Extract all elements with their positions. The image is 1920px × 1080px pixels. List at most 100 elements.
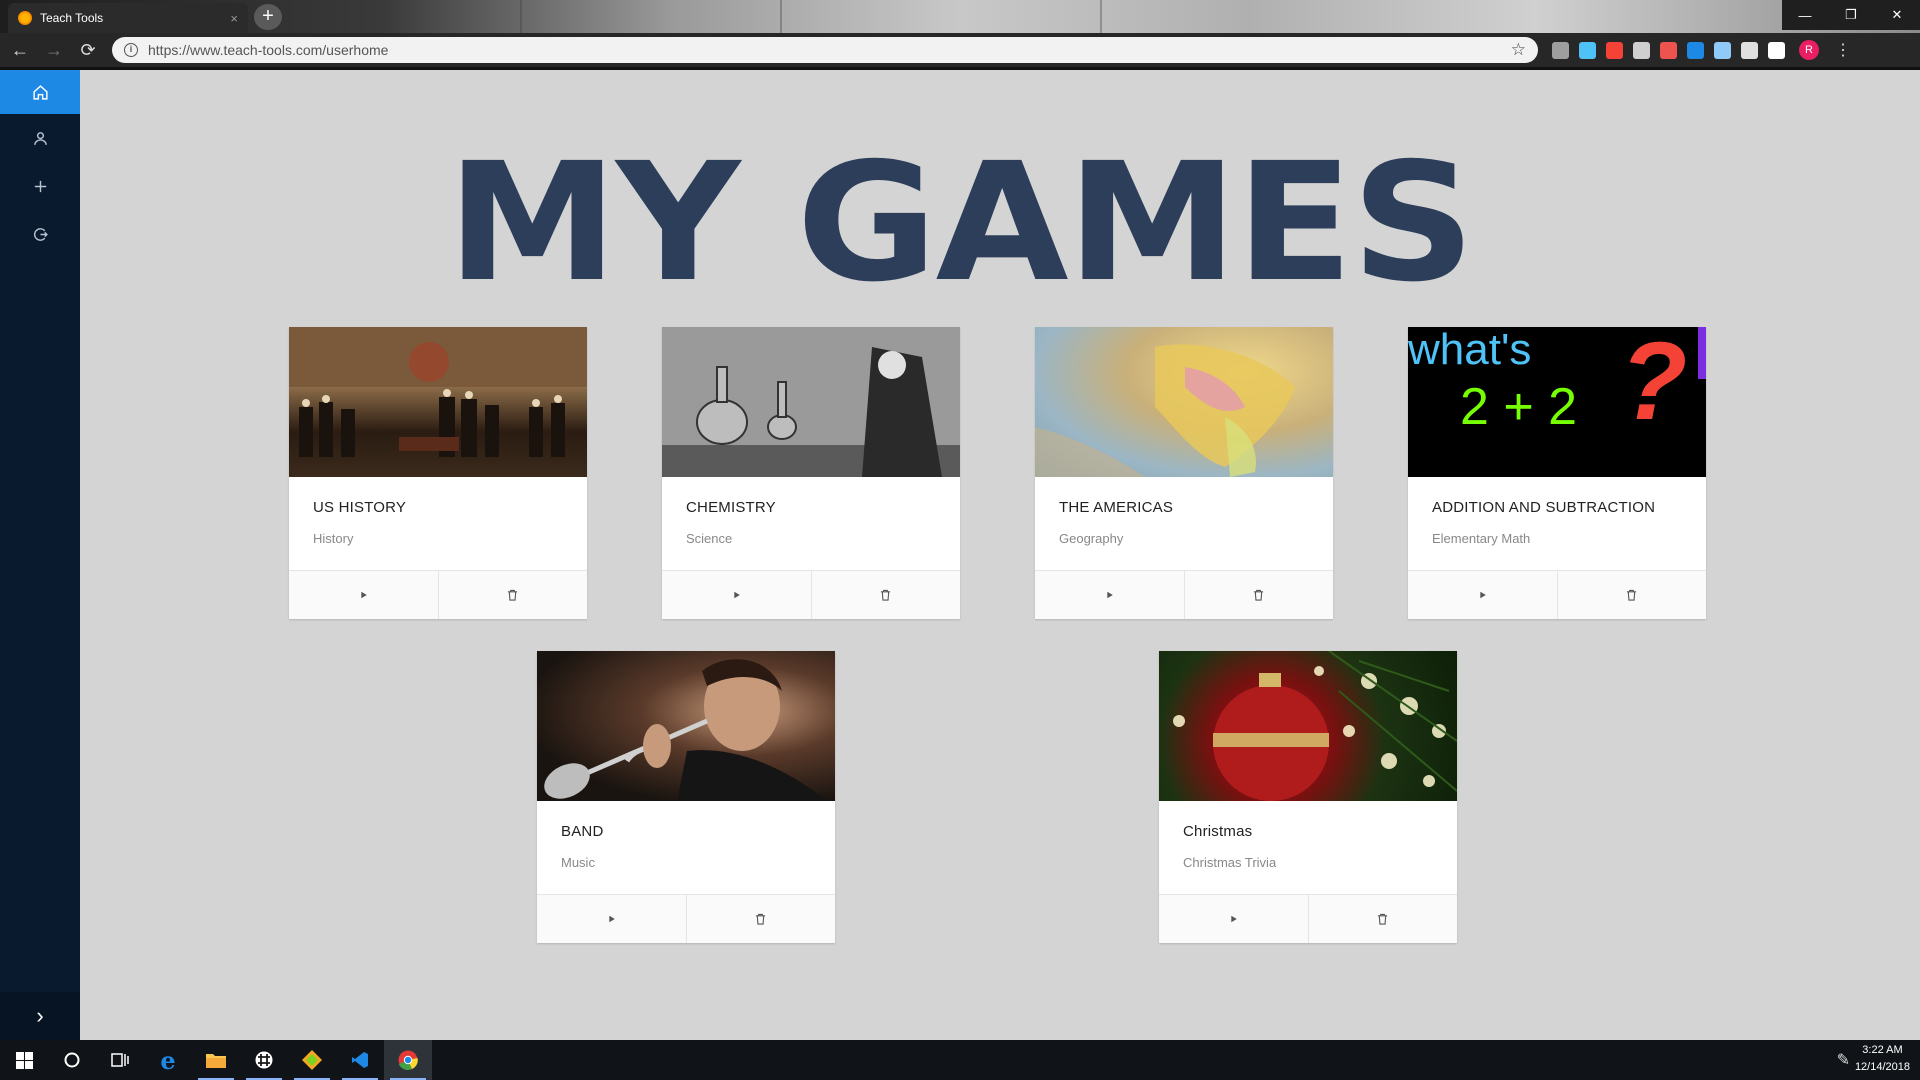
game-card: CHEMISTRY Science <box>662 327 960 619</box>
site-favicon-icon <box>18 11 32 25</box>
reload-button[interactable]: ⟳ <box>74 36 102 64</box>
window-controls: — ❐ ✕ <box>1782 0 1920 30</box>
delete-button[interactable] <box>685 895 836 943</box>
browser-extension-icon[interactable] <box>1741 41 1758 59</box>
game-subject: History <box>313 531 354 546</box>
plus-icon <box>34 180 46 192</box>
bookmark-star-icon[interactable]: ☆ <box>1511 40 1526 60</box>
delete-button[interactable] <box>1307 895 1458 943</box>
edge-icon: e <box>160 1045 176 1075</box>
game-thumbnail <box>1035 327 1333 477</box>
back-button[interactable]: ← <box>6 36 34 64</box>
restore-button[interactable]: ❐ <box>1828 0 1874 30</box>
git-app[interactable] <box>288 1040 336 1080</box>
play-icon <box>734 591 740 599</box>
play-button[interactable] <box>289 571 438 619</box>
trash-icon <box>881 589 891 601</box>
file-explorer-app[interactable] <box>192 1040 240 1080</box>
game-title: US HISTORY <box>313 499 407 516</box>
sidebar-item-create[interactable] <box>0 162 80 210</box>
clock-time: 3:22 AM <box>1862 1044 1903 1056</box>
play-button[interactable] <box>1159 895 1308 943</box>
sidebar-item-profile[interactable] <box>0 114 80 162</box>
game-title: CHEMISTRY <box>686 499 776 516</box>
edge-app[interactable]: e <box>144 1040 192 1080</box>
browser-extension-icon[interactable] <box>1687 41 1704 59</box>
clock-date: 12/14/2018 <box>1854 1061 1910 1073</box>
sidebar-item-logout[interactable] <box>0 210 80 258</box>
profile-avatar[interactable]: R <box>1799 40 1819 60</box>
laboratory-image <box>662 327 960 477</box>
game-subject: Elementary Math <box>1432 531 1531 546</box>
pen-workspace-icon[interactable]: ✎ <box>1837 1050 1850 1070</box>
cortana-button[interactable] <box>48 1040 96 1080</box>
main-content: MY GAMES US HISTORY History CHEMISTRY Sc… <box>80 70 1920 1040</box>
browser-extension-icon[interactable] <box>1552 41 1569 59</box>
forward-button[interactable]: → <box>40 36 68 64</box>
close-window-button[interactable]: ✕ <box>1874 0 1920 30</box>
browser-extension-icon[interactable] <box>1579 41 1596 59</box>
game-thumbnail <box>1159 651 1457 801</box>
new-tab-button[interactable]: + <box>254 4 282 30</box>
browser-extension-icon[interactable] <box>1768 41 1785 59</box>
game-card: Christmas Christmas Trivia <box>1159 651 1457 943</box>
page-title: MY GAMES <box>446 127 1475 318</box>
game-title: BAND <box>561 823 604 840</box>
delete-button[interactable] <box>1556 571 1707 619</box>
game-thumbnail <box>662 327 960 477</box>
game-thumbnail <box>289 327 587 477</box>
background-decor <box>520 0 522 33</box>
chrome-app[interactable] <box>384 1040 432 1080</box>
thumbnail-text: what's <box>1408 327 1532 374</box>
browser-extension-icon[interactable] <box>1660 41 1677 59</box>
browser-extension-icon[interactable] <box>1606 41 1623 59</box>
thumbnail-decor <box>1698 327 1706 379</box>
start-button[interactable] <box>0 1040 48 1080</box>
browser-tab[interactable]: Teach Tools × <box>8 3 248 33</box>
trumpet-player-image <box>544 659 827 801</box>
background-decor <box>780 0 782 33</box>
sidebar-item-home[interactable] <box>0 70 80 114</box>
browser-extension-icon[interactable] <box>1714 41 1731 59</box>
delete-button[interactable] <box>1183 571 1334 619</box>
game-title: Christmas <box>1183 823 1253 840</box>
trash-icon <box>1627 589 1637 601</box>
play-button[interactable] <box>662 571 811 619</box>
delete-button[interactable] <box>437 571 588 619</box>
address-bar[interactable]: i https://www.teach-tools.com/userhome ☆ <box>112 37 1538 63</box>
trash-icon <box>1378 913 1388 925</box>
play-button[interactable] <box>537 895 686 943</box>
play-button[interactable] <box>1035 571 1184 619</box>
slack-app[interactable] <box>240 1040 288 1080</box>
vscode-app[interactable] <box>336 1040 384 1080</box>
thumbnail-text: ? <box>1620 327 1688 443</box>
browser-extension-icon[interactable] <box>1633 41 1650 59</box>
folder-icon <box>206 1054 226 1068</box>
background-decor <box>1100 0 1102 33</box>
game-subject: Music <box>561 855 595 870</box>
play-icon <box>609 915 615 923</box>
task-view-button[interactable] <box>96 1040 144 1080</box>
game-card: what's 2 + 2 ? ADDITION AND SUBTRACTION … <box>1408 327 1706 619</box>
minimize-button[interactable]: — <box>1782 0 1828 30</box>
game-subject: Christmas Trivia <box>1183 855 1277 870</box>
chrome-icon <box>398 1050 418 1070</box>
trash-icon <box>1254 589 1264 601</box>
system-clock[interactable]: 3:22 AM 12/14/2018 <box>1855 1042 1910 1076</box>
play-button[interactable] <box>1408 571 1557 619</box>
play-icon <box>1231 915 1237 923</box>
git-diamond-icon <box>302 1050 322 1070</box>
browser-menu-icon[interactable]: ⋮ <box>1835 40 1851 60</box>
ornament-image <box>1173 651 1457 801</box>
trash-icon <box>508 589 518 601</box>
tab-title: Teach Tools <box>40 11 104 25</box>
game-subject: Science <box>686 531 733 546</box>
site-info-icon[interactable]: i <box>124 43 138 57</box>
address-url[interactable]: https://www.teach-tools.com/userhome <box>148 42 1511 58</box>
chevron-right-icon: › <box>36 1003 44 1028</box>
game-thumbnail: what's 2 + 2 ? <box>1408 327 1706 477</box>
sidebar-expand-button[interactable]: › <box>0 992 80 1040</box>
logout-icon <box>33 227 48 241</box>
delete-button[interactable] <box>810 571 961 619</box>
tab-close-icon[interactable]: × <box>230 11 238 26</box>
